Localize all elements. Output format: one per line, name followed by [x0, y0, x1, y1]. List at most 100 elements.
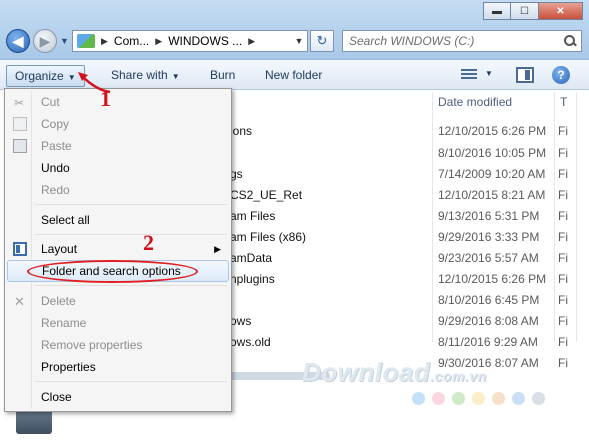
refresh-button[interactable]: ↻ — [310, 30, 334, 52]
watermark-dot — [512, 392, 525, 405]
file-date: 9/13/2016 5:31 PM — [438, 209, 540, 223]
file-date: 9/23/2016 5:57 AM — [438, 251, 539, 265]
preview-pane-icon[interactable] — [516, 67, 534, 83]
file-type: Fi — [558, 209, 568, 223]
menu-item-paste[interactable]: Paste — [7, 135, 229, 157]
file-name[interactable]: ows.old — [230, 335, 271, 349]
organize-menu: Cut Copy Paste Undo Redo Select all Layo… — [4, 88, 232, 412]
column-header-date-modified[interactable]: Date modified — [438, 90, 512, 114]
file-name[interactable]: ows — [230, 314, 251, 328]
help-icon[interactable]: ? — [552, 66, 570, 84]
column-divider[interactable] — [554, 92, 555, 342]
annotation-step-2: 2 — [143, 230, 154, 255]
maximize-button[interactable]: ☐ — [511, 2, 539, 20]
menu-item-layout[interactable]: Layout ▶ — [7, 238, 229, 260]
file-name[interactable]: nplugins — [230, 272, 275, 286]
annotation-highlight-ellipse — [27, 260, 198, 283]
column-divider[interactable] — [576, 92, 577, 342]
breadcrumb-computer[interactable]: Com... — [114, 34, 149, 48]
file-date: 9/29/2016 8:08 AM — [438, 314, 539, 328]
file-date: 12/10/2015 6:26 PM — [438, 124, 547, 138]
breadcrumb-drive[interactable]: WINDOWS ... — [168, 34, 242, 48]
organize-label: Organize — [15, 69, 64, 83]
menu-item-label: Redo — [41, 183, 70, 197]
submenu-arrow-icon: ▶ — [214, 244, 221, 254]
file-name[interactable]: ions — [230, 124, 252, 138]
menu-item-label: Delete — [41, 294, 76, 308]
menu-item-delete[interactable]: Delete — [7, 290, 229, 313]
address-dropdown-icon[interactable]: ▼ — [291, 36, 307, 46]
column-header-type[interactable]: T — [560, 90, 567, 114]
file-type: Fi — [558, 293, 568, 307]
file-date: 9/29/2016 3:33 PM — [438, 230, 540, 244]
file-date: 7/14/2009 10:20 AM — [438, 167, 546, 181]
file-name[interactable]: CS2_UE_Ret — [230, 188, 302, 202]
copy-icon — [13, 117, 27, 131]
layout-icon — [13, 242, 27, 256]
file-date: 8/11/2016 9:29 AM — [438, 335, 538, 349]
file-type: Fi — [558, 188, 568, 202]
address-bar[interactable]: ▶ Com... ▶ WINDOWS ... ▶ ▼ — [72, 30, 308, 52]
watermark-domain: .com.vn — [430, 368, 487, 384]
watermark-dot — [492, 392, 505, 405]
menu-item-label: Close — [41, 390, 72, 404]
file-date: 8/10/2016 10:05 PM — [438, 146, 547, 160]
computer-icon — [77, 34, 95, 48]
menu-separator — [35, 204, 227, 205]
annotation-step-1: 1 — [100, 86, 111, 111]
file-name[interactable]: am Files — [230, 209, 275, 223]
menu-item-rename[interactable]: Rename — [7, 312, 229, 334]
file-type: Fi — [558, 146, 568, 160]
watermark-logo: Download.com.vn — [302, 357, 487, 388]
search-input[interactable]: Search WINDOWS (C:) — [349, 34, 474, 48]
menu-item-label: Copy — [41, 117, 70, 131]
menu-item-copy[interactable]: Copy — [7, 113, 229, 135]
breadcrumb-separator-icon[interactable]: ▶ — [155, 36, 162, 47]
file-name[interactable]: am Files (x86) — [230, 230, 306, 244]
file-date: 8/10/2016 6:45 PM — [438, 293, 540, 307]
chevron-down-icon: ▼ — [171, 72, 180, 81]
menu-item-label: Select all — [41, 213, 90, 227]
file-type: Fi — [558, 356, 568, 370]
search-icon[interactable] — [564, 35, 576, 47]
file-type: Fi — [558, 230, 568, 244]
menu-item-label: Properties — [41, 360, 96, 374]
menu-separator — [35, 285, 227, 286]
file-date: 12/10/2015 6:26 PM — [438, 272, 547, 286]
menu-separator — [35, 381, 227, 382]
forward-button[interactable]: ▶ — [33, 29, 57, 53]
search-box[interactable]: Search WINDOWS (C:) — [342, 30, 582, 52]
view-options-dropdown-icon[interactable]: ▼ — [485, 69, 493, 78]
watermark-brand: Download — [302, 357, 431, 387]
watermark-dot — [472, 392, 485, 405]
menu-item-undo[interactable]: Undo — [7, 157, 229, 179]
watermark-dot — [412, 392, 425, 405]
watermark-dot — [452, 392, 465, 405]
close-window-button[interactable]: ✕ — [539, 2, 583, 20]
recent-pages-dropdown[interactable]: ▼ — [60, 36, 69, 46]
file-name[interactable]: amData — [230, 251, 272, 265]
back-button[interactable]: ◀ — [6, 29, 30, 53]
breadcrumb-separator-icon[interactable]: ▶ — [248, 36, 255, 47]
menu-item-redo[interactable]: Redo — [7, 179, 229, 201]
menu-item-label: Undo — [41, 161, 70, 175]
breadcrumb-separator-icon[interactable]: ▶ — [101, 36, 108, 47]
menu-item-label: Layout — [41, 242, 78, 256]
change-view-icon[interactable] — [461, 69, 477, 81]
window-controls: ▬ ☐ ✕ — [483, 2, 583, 20]
new-folder-button[interactable]: New folder — [257, 65, 330, 87]
menu-item-properties[interactable]: Properties — [7, 356, 229, 378]
clipboard-icon — [13, 139, 27, 153]
minimize-button[interactable]: ▬ — [483, 2, 511, 20]
menu-separator — [35, 234, 227, 235]
column-divider[interactable] — [432, 92, 433, 342]
menu-item-select-all[interactable]: Select all — [7, 209, 229, 231]
menu-item-label: Cut — [41, 95, 60, 109]
menu-item-label: Rename — [41, 316, 87, 330]
burn-button[interactable]: Burn — [202, 65, 243, 87]
menu-item-remove-properties[interactable]: Remove properties — [7, 334, 229, 356]
menu-item-close[interactable]: Close — [7, 386, 229, 408]
file-date: 12/10/2015 8:21 AM — [438, 188, 546, 202]
file-type: Fi — [558, 167, 568, 181]
file-type: Fi — [558, 124, 568, 138]
